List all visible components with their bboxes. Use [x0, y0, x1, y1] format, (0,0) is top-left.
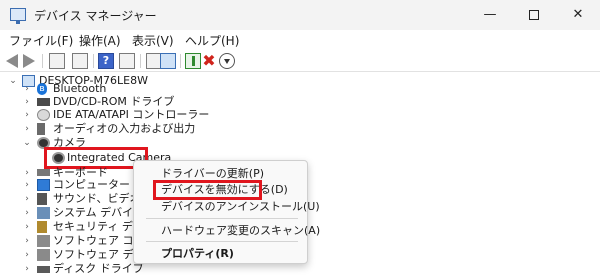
disable-option-highlight [153, 180, 262, 200]
keyboard-icon [37, 169, 50, 176]
menu-view[interactable]: 表示(V) [132, 32, 174, 49]
minimize-button[interactable]: — [468, 0, 512, 30]
dvd-drive-icon [37, 98, 50, 106]
title-bar: デバイス マネージャー — ✕ [0, 0, 600, 30]
toolbar: ? ✖ [0, 50, 600, 72]
menu-bar: ファイル(F) 操作(A) 表示(V) ヘルプ(H) [0, 30, 600, 50]
context-menu: ドライバーの更新(P) デバイスを無効にする(D) デバイスのアンインストール(… [133, 160, 320, 264]
monitor-icon[interactable] [160, 53, 176, 69]
context-separator [146, 241, 298, 242]
menu-help[interactable]: ヘルプ(H) [185, 32, 239, 49]
help-icon[interactable]: ? [98, 53, 114, 69]
download-icon[interactable] [219, 53, 235, 69]
chevron-right-icon[interactable]: › [22, 260, 32, 276]
context-separator [146, 218, 298, 219]
tree-item-label: ディスク ドライブ [53, 262, 144, 275]
toolbar-separator [140, 54, 141, 68]
maximize-icon [529, 9, 539, 20]
back-arrow-icon[interactable] [6, 54, 18, 68]
toolbar-separator [93, 54, 94, 68]
window-title: デバイス マネージャー [34, 9, 157, 23]
maximize-button[interactable] [512, 0, 556, 30]
properties-sheet-icon[interactable] [49, 53, 65, 69]
toolbar-separator [180, 54, 181, 68]
close-button[interactable]: ✕ [556, 0, 600, 30]
toolbar-separator [42, 54, 43, 68]
context-uninstall-device[interactable]: デバイスのアンインストール(U) [161, 198, 320, 216]
show-hide-tree-icon[interactable] [72, 53, 88, 69]
context-properties[interactable]: プロパティ(R) [161, 245, 234, 263]
device-manager-icon [10, 8, 26, 24]
menu-file[interactable]: ファイル(F) [9, 32, 73, 49]
uninstall-device-icon[interactable]: ✖ [201, 53, 217, 69]
disk-drive-icon [37, 266, 50, 273]
context-scan-hardware[interactable]: ハードウェア変更のスキャン(A) [161, 222, 320, 240]
forward-arrow-icon[interactable] [23, 54, 35, 68]
update-driver-icon[interactable] [185, 53, 201, 69]
scan-hardware-icon[interactable] [119, 53, 135, 69]
menu-action[interactable]: 操作(A) [79, 32, 121, 49]
